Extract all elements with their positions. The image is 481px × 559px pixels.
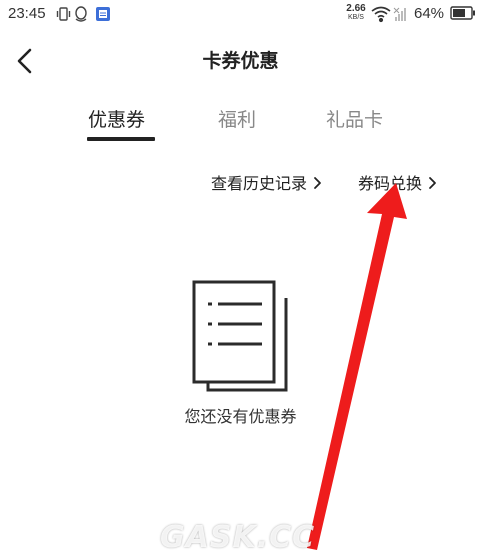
- net-speed: 2.66 KB/S: [344, 3, 368, 22]
- tab-gift-cards[interactable]: 礼品卡: [326, 105, 383, 132]
- page-title: 卡券优惠: [202, 50, 279, 72]
- redeem-code-link[interactable]: 券码兑换: [358, 170, 437, 194]
- document-list-icon: [192, 280, 288, 392]
- watermark-text: GASK.CC: [160, 520, 316, 555]
- vibrate-icon: [56, 7, 71, 21]
- status-time: 23:45: [8, 5, 46, 22]
- app-icon: [96, 7, 110, 21]
- redeem-code-label: 券码兑换: [358, 174, 423, 193]
- wifi-icon: [371, 6, 391, 23]
- status-bar: 23:45 2.66 KB/S 64%: [0, 0, 481, 30]
- empty-state-message: 您还没有优惠券: [184, 407, 297, 426]
- cellular-signal-icon: [393, 7, 406, 21]
- notification-icons: [56, 6, 110, 22]
- net-speed-unit: KB/S: [348, 14, 364, 21]
- battery-percent: 64%: [414, 5, 445, 22]
- chevron-right-icon: [428, 175, 437, 194]
- tab-coupons[interactable]: 优惠券: [88, 105, 145, 132]
- signal-icons: [371, 6, 406, 23]
- view-history-link[interactable]: 查看历史记录: [211, 170, 322, 194]
- tab-active-indicator: [87, 137, 155, 141]
- header: 卡券优惠: [0, 40, 481, 80]
- net-speed-value: 2.66: [346, 3, 366, 14]
- qq-icon: [75, 6, 87, 22]
- chevron-right-icon: [313, 175, 322, 194]
- view-history-label: 查看历史记录: [211, 174, 308, 193]
- tab-bar: 优惠券 福利 礼品卡: [0, 105, 481, 145]
- watermark-logo: GASK.CC: [160, 520, 315, 555]
- battery-icon: [450, 6, 475, 20]
- tab-benefits[interactable]: 福利: [218, 105, 256, 132]
- status-notification-icons: [56, 5, 116, 27]
